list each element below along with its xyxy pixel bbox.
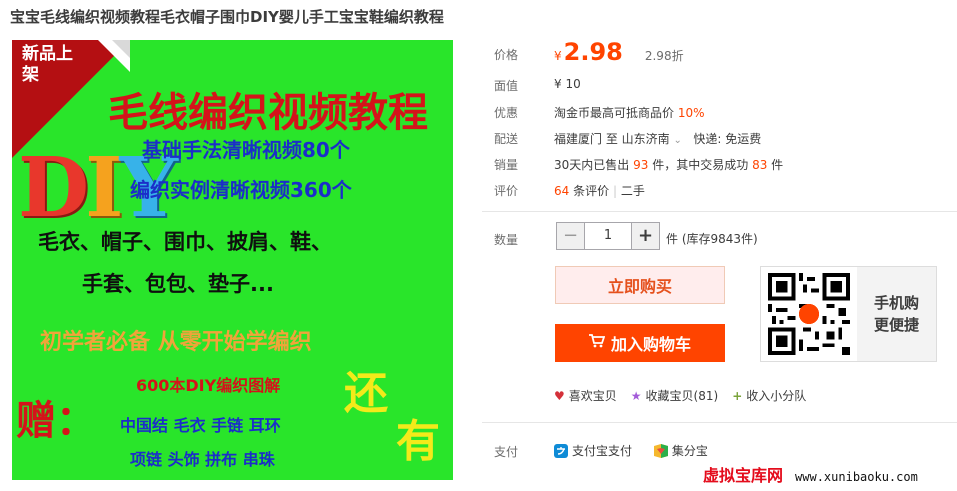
poster-also-1: 还 [344, 368, 388, 419]
promo-label: 优惠 [494, 106, 519, 120]
poster-gift-label: 赠： [16, 398, 96, 444]
face-value-label: 面值 [494, 79, 519, 93]
like-button[interactable]: ♥ 喜欢宝贝 [554, 387, 617, 404]
reviews-count[interactable]: 64 [554, 184, 569, 198]
poster-line-examples: 编织实例清晰视频360个 [130, 178, 352, 202]
promo-row: 淘金币最高可抵商品价 10% [554, 104, 705, 121]
poster-gift-row-1: 中国结 毛衣 手链 耳环 [120, 416, 281, 435]
sales-success: 83 [752, 158, 768, 172]
quantity-label: 数量 [494, 233, 519, 247]
face-value: ¥ 10 [554, 77, 581, 91]
jifenbao-method[interactable]: 集分宝 [653, 442, 708, 459]
sales-label: 销量 [494, 158, 519, 172]
shipping-from: 福建厦门 至 [554, 132, 618, 146]
stock-info: 件 (库存9843件) [666, 232, 758, 246]
shipping-label: 配送 [494, 132, 519, 146]
alipay-method[interactable]: 支付宝支付 [554, 442, 632, 459]
promo-text: 淘金币最高可抵商品价 [554, 106, 675, 120]
shipping-row: 福建厦门 至 山东济南 ⌄ 快递: 免运费 [554, 130, 761, 147]
alipay-icon [554, 443, 568, 458]
alipay-label: 支付宝支付 [572, 444, 633, 458]
heart-icon: ♥ [554, 388, 565, 403]
divider [482, 211, 957, 212]
poster-also-text: 还 有 [344, 370, 440, 466]
reviews-row: 64 条评价 | 二手 [554, 184, 645, 198]
quantity-input[interactable]: 1 [585, 223, 631, 249]
sales-suffix: 件 [771, 158, 784, 172]
quantity-stepper: − 1 + [556, 222, 660, 250]
reviews-unit[interactable]: 条评价 [573, 184, 609, 198]
new-arrival-label: 新品上架 [22, 44, 73, 85]
sales-prefix: 30天内已售出 [554, 158, 630, 172]
reviews-link[interactable]: 64 条评价 [554, 184, 609, 198]
sales-mid: 件，其中交易成功 [652, 158, 749, 172]
buy-now-button[interactable]: 立即购买 [555, 266, 725, 304]
divider [482, 422, 957, 423]
jifenbao-icon [653, 443, 668, 458]
poster-line-items-2: 手套、包包、垫子... [82, 272, 274, 296]
poster-gift-row-2: 项链 头饰 拼布 串珠 [130, 450, 275, 469]
sales-row: 30天内已售出 93 件，其中交易成功 83 件 [554, 156, 783, 173]
item-condition: 二手 [620, 184, 645, 198]
poster-line-items: 毛衣、帽子、围巾、披肩、鞋、 [38, 230, 332, 254]
promo-percent: 10% [677, 106, 705, 120]
star-icon: ★ [630, 388, 642, 403]
poster-line-beginner: 初学者必备 从零开始学编织 [40, 330, 312, 355]
chevron-down-icon[interactable]: ⌄ [674, 135, 682, 146]
payment-methods: 支付宝支付 集分宝 [554, 442, 726, 461]
price-value: 2.98 [563, 38, 623, 66]
price-discount: 2.98折 [644, 49, 684, 63]
quantity-decrease-button[interactable]: − [557, 223, 585, 249]
shipping-destination[interactable]: 山东济南 ⌄ [622, 132, 682, 146]
item-actions: ♥ 喜欢宝贝 ★ 收藏宝贝(81) + 收入小分队 [554, 387, 820, 404]
reviews-label: 评价 [494, 184, 519, 198]
quantity-increase-button[interactable]: + [631, 223, 659, 249]
payment-label: 支付 [494, 445, 519, 459]
mobile-line-1: 手机购 [873, 294, 919, 312]
shipping-to[interactable]: 山东济南 [622, 132, 670, 146]
watermark-url: www.xunibaoku.com [795, 470, 918, 484]
price-row: ¥2.98 2.98折 [554, 38, 684, 66]
poster-line-basics: 基础手法清晰视频80个 [142, 138, 350, 162]
site-watermark: 虚拟宝库网 www.xunibaoku.com [703, 462, 918, 486]
add-to-cart-button[interactable]: 加入购物车 [555, 324, 725, 362]
mobile-purchase-box[interactable]: 手机购 更便捷 [760, 266, 937, 362]
sales-sold: 93 [633, 158, 649, 172]
qr-code-icon [761, 267, 857, 361]
product-title: 宝宝毛线编织视频教程毛衣帽子围巾DIY婴儿手工宝宝鞋编织教程 [10, 8, 444, 26]
price-label: 价格 [494, 48, 519, 62]
favorite-button[interactable]: ★ 收藏宝贝(81) [631, 387, 718, 404]
shipping-method: 快递: 免运费 [693, 132, 762, 146]
plus-icon: + [732, 388, 743, 403]
collect-button[interactable]: + 收入小分队 [732, 387, 806, 404]
cart-icon [588, 334, 606, 352]
favorite-label: 收藏宝贝(81) [645, 389, 719, 403]
watermark-name: 虚拟宝库网 [703, 466, 784, 485]
like-label: 喜欢宝贝 [568, 389, 617, 403]
mobile-purchase-text: 手机购 更便捷 [857, 267, 936, 361]
poster-headline: 毛线编织视频教程 [108, 90, 428, 136]
product-image[interactable]: 新品上架 毛线编织视频教程 DIY 基础手法清晰视频80个 编织实例清晰视频36… [12, 40, 453, 480]
jifenbao-label: 集分宝 [671, 444, 708, 458]
poster-line-patterns: 600本DIY编织图解 [136, 376, 281, 395]
mobile-line-2: 更便捷 [873, 316, 919, 334]
poster-also-2: 有 [396, 416, 440, 467]
add-to-cart-label: 加入购物车 [610, 335, 691, 354]
collect-label: 收入小分队 [746, 389, 807, 403]
price-symbol: ¥ [554, 49, 562, 63]
